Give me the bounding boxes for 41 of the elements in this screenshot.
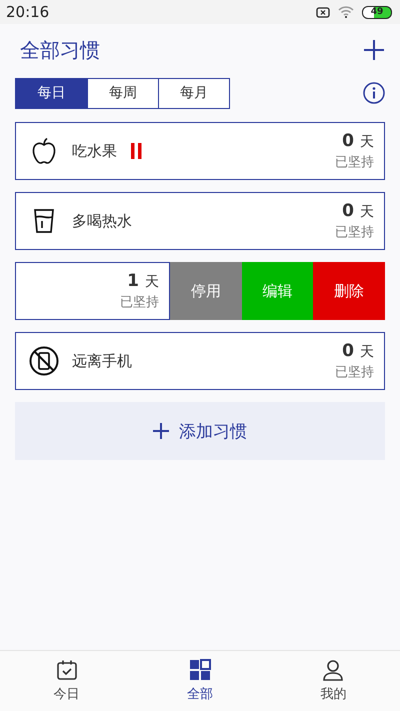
apple-icon [31,137,57,165]
day-unit: 天 [360,134,374,150]
page-title: 全部习惯 [19,36,100,64]
add-habit-button[interactable]: 添加习惯 [15,402,385,460]
nav-tab[interactable]: 全部 [133,651,267,711]
grid-icon [188,659,211,681]
habit-name: 多喝热水 [72,212,132,230]
day-count: 0 [342,131,354,151]
day-unit: 天 [360,344,374,360]
clock: 20:16 [6,3,50,21]
habit-card[interactable]: 吃水果 0 天 已坚持 [15,122,385,180]
wifi-icon [338,6,354,18]
day-count: 1 [127,271,139,291]
streak-label: 已坚持 [335,364,374,381]
period-tab[interactable]: 每日 [16,78,87,108]
person-icon [322,659,344,681]
habit-card[interactable]: 远离手机 0 天 已坚持 [15,332,385,390]
day-count: 0 [342,341,354,361]
plus-icon [153,423,169,439]
habit-name: 远离手机 [72,352,132,370]
period-tab[interactable]: 每周 [87,78,158,108]
habit-card[interactable]: 多喝热水 0 天 已坚持 [15,192,385,250]
day-count: 0 [342,201,354,221]
habit-card[interactable]: 1 天 已坚持 [15,262,170,320]
sim-off-icon [316,6,330,18]
nav-tab[interactable]: 我的 [266,651,400,711]
add-icon[interactable] [363,39,385,61]
swipe-action-button[interactable]: 删除 [313,262,386,320]
no-phone-icon [29,346,59,376]
streak-label: 已坚持 [335,224,374,241]
nav-tab[interactable]: 今日 [0,651,134,711]
day-unit: 天 [360,204,374,220]
calendar-check-icon [56,659,78,681]
cup-icon [33,208,55,234]
streak-label: 已坚持 [120,294,159,311]
period-tab[interactable]: 每月 [158,78,229,108]
info-icon[interactable] [363,82,385,104]
habit-name: 吃水果 [72,142,117,160]
streak-label: 已坚持 [335,154,374,171]
swipe-action-button[interactable]: 停用 [170,262,242,320]
day-unit: 天 [145,274,159,290]
